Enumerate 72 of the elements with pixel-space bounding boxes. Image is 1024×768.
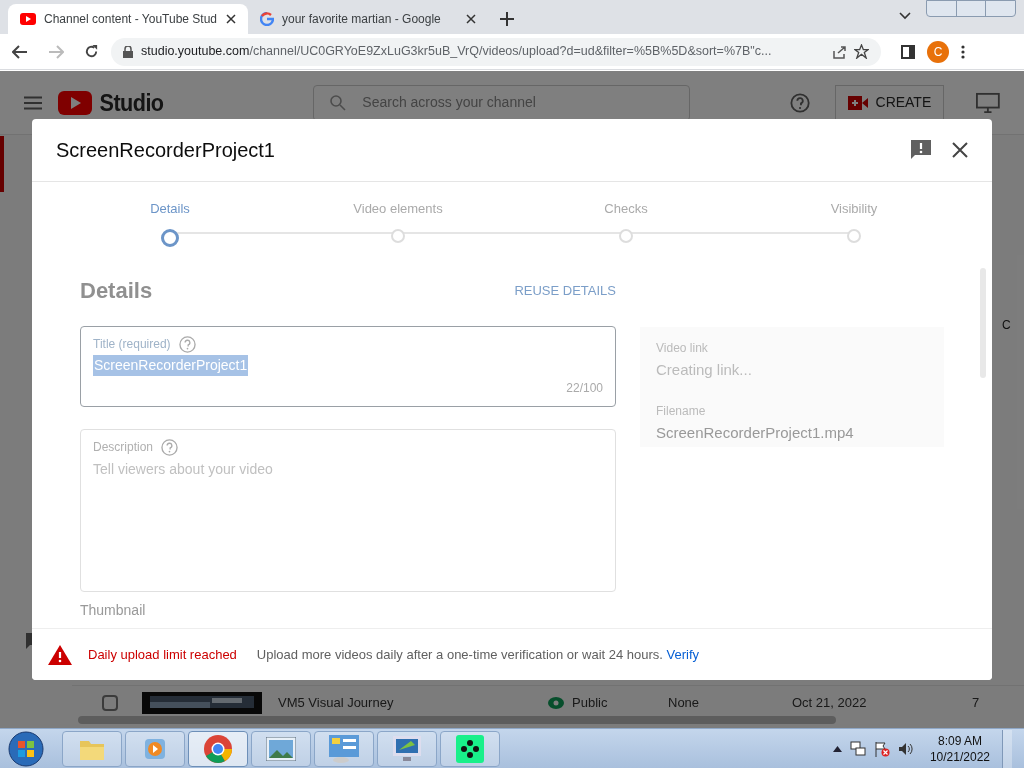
flag-icon[interactable] bbox=[873, 740, 890, 757]
share-icon[interactable] bbox=[832, 44, 846, 59]
sidebar-icon[interactable] bbox=[901, 44, 915, 59]
youtube-icon bbox=[20, 13, 36, 25]
play-icon bbox=[143, 736, 167, 761]
date-text: Oct 21, 2022 bbox=[792, 693, 868, 712]
monitor-icon bbox=[393, 735, 421, 762]
new-tab-icon[interactable] bbox=[500, 12, 514, 26]
clock-time[interactable]: 8:09 AM bbox=[937, 732, 982, 749]
reload-icon[interactable] bbox=[84, 44, 99, 59]
views-text: 7 bbox=[972, 693, 980, 712]
back-icon[interactable] bbox=[12, 44, 28, 59]
chevron-down-icon[interactable] bbox=[899, 12, 911, 20]
banner-message: Upload more videos daily after a one-time verification or wait 24 hours. Verify bbox=[256, 645, 700, 664]
menu-icon[interactable] bbox=[24, 95, 43, 110]
studio-logo[interactable]: Studio bbox=[58, 84, 168, 121]
image-icon bbox=[266, 736, 296, 761]
browser-tab[interactable]: Channel content - YouTube Stud bbox=[8, 4, 248, 34]
control-panel-icon bbox=[329, 734, 359, 763]
character-counter: 22/100 bbox=[566, 380, 603, 397]
tray-arrow-icon[interactable] bbox=[832, 745, 842, 752]
stepper-step[interactable]: Video elements bbox=[284, 182, 512, 250]
close-icon[interactable] bbox=[952, 142, 968, 158]
stepper-step[interactable]: Visibility bbox=[740, 182, 968, 250]
tab-title: Channel content - YouTube Stud bbox=[44, 11, 218, 28]
browser-tab[interactable]: your favorite martian - Google bbox=[248, 4, 488, 34]
google-icon bbox=[260, 12, 274, 26]
url-text: studio.youtube.com/channel/UC0GRYoE9ZxLuG3kr5uB_VrQ/videos/upload?d=ud&filter=%5B%5D&sort=%7B"c... bbox=[141, 43, 773, 61]
close-icon[interactable] bbox=[226, 14, 236, 24]
title-value: ScreenRecorderProject1 bbox=[93, 355, 249, 376]
menu-dots-icon[interactable] bbox=[961, 44, 965, 59]
lock-icon bbox=[123, 45, 133, 58]
address-bar[interactable]: studio.youtube.com/channel/UC0GRYoE9ZxLuG3kr5uB_VrQ/videos/upload?d=ud&filter=%5B%5D&sort=%7B"c... bbox=[111, 37, 881, 66]
reuse-details-link[interactable]: REUSE DETAILS bbox=[514, 280, 616, 301]
video-title[interactable]: VM5 Visual Journey bbox=[278, 692, 548, 713]
gamepad-icon bbox=[456, 734, 484, 763]
video-link-text: Creating link... bbox=[656, 360, 753, 380]
dialog-title: ScreenRecorderProject1 bbox=[56, 138, 276, 163]
profile-avatar[interactable]: C bbox=[927, 40, 949, 63]
horizontal-scrollbar[interactable] bbox=[78, 716, 836, 724]
star-icon[interactable] bbox=[854, 44, 869, 59]
info-label: Filename bbox=[656, 402, 707, 420]
banner-title: Daily upload limit reached bbox=[88, 645, 237, 664]
field-label: Description bbox=[93, 439, 154, 456]
visibility-text: Public bbox=[572, 693, 609, 712]
warning-icon bbox=[48, 644, 72, 665]
description-field[interactable]: Description Tell viewers about your video bbox=[80, 429, 616, 592]
filename-text: ScreenRecorderProject1.mp4 bbox=[656, 422, 855, 443]
camera-icon bbox=[847, 95, 868, 110]
description-placeholder: Tell viewers about your video bbox=[93, 460, 274, 479]
eye-icon bbox=[548, 696, 564, 709]
clock-date[interactable]: 10/21/2022 bbox=[929, 748, 990, 765]
stepper-step[interactable]: Checks bbox=[512, 182, 740, 250]
column-text: C bbox=[1002, 317, 1011, 334]
close-icon[interactable] bbox=[466, 14, 476, 24]
section-heading: Thumbnail bbox=[80, 601, 147, 620]
network-icon[interactable] bbox=[849, 740, 866, 757]
info-label: Video link bbox=[656, 340, 709, 357]
search-icon bbox=[330, 94, 347, 111]
chrome-icon bbox=[203, 733, 233, 764]
row-checkbox[interactable] bbox=[102, 694, 118, 711]
tab-title: your favorite martian - Google bbox=[282, 11, 442, 28]
stepper-step[interactable]: Details bbox=[56, 182, 284, 250]
section-title: Details bbox=[80, 277, 153, 305]
restrictions-text: None bbox=[668, 693, 701, 712]
monitor-icon[interactable] bbox=[976, 91, 1000, 114]
verify-link[interactable]: Verify bbox=[666, 646, 700, 662]
title-field[interactable]: Title (required) ScreenRecorderProject1 22/100 bbox=[80, 326, 616, 407]
help-icon[interactable] bbox=[790, 91, 811, 114]
field-label: Title (required) bbox=[93, 336, 171, 353]
taskbar-button[interactable] bbox=[440, 730, 500, 767]
feedback-icon[interactable] bbox=[910, 139, 932, 161]
